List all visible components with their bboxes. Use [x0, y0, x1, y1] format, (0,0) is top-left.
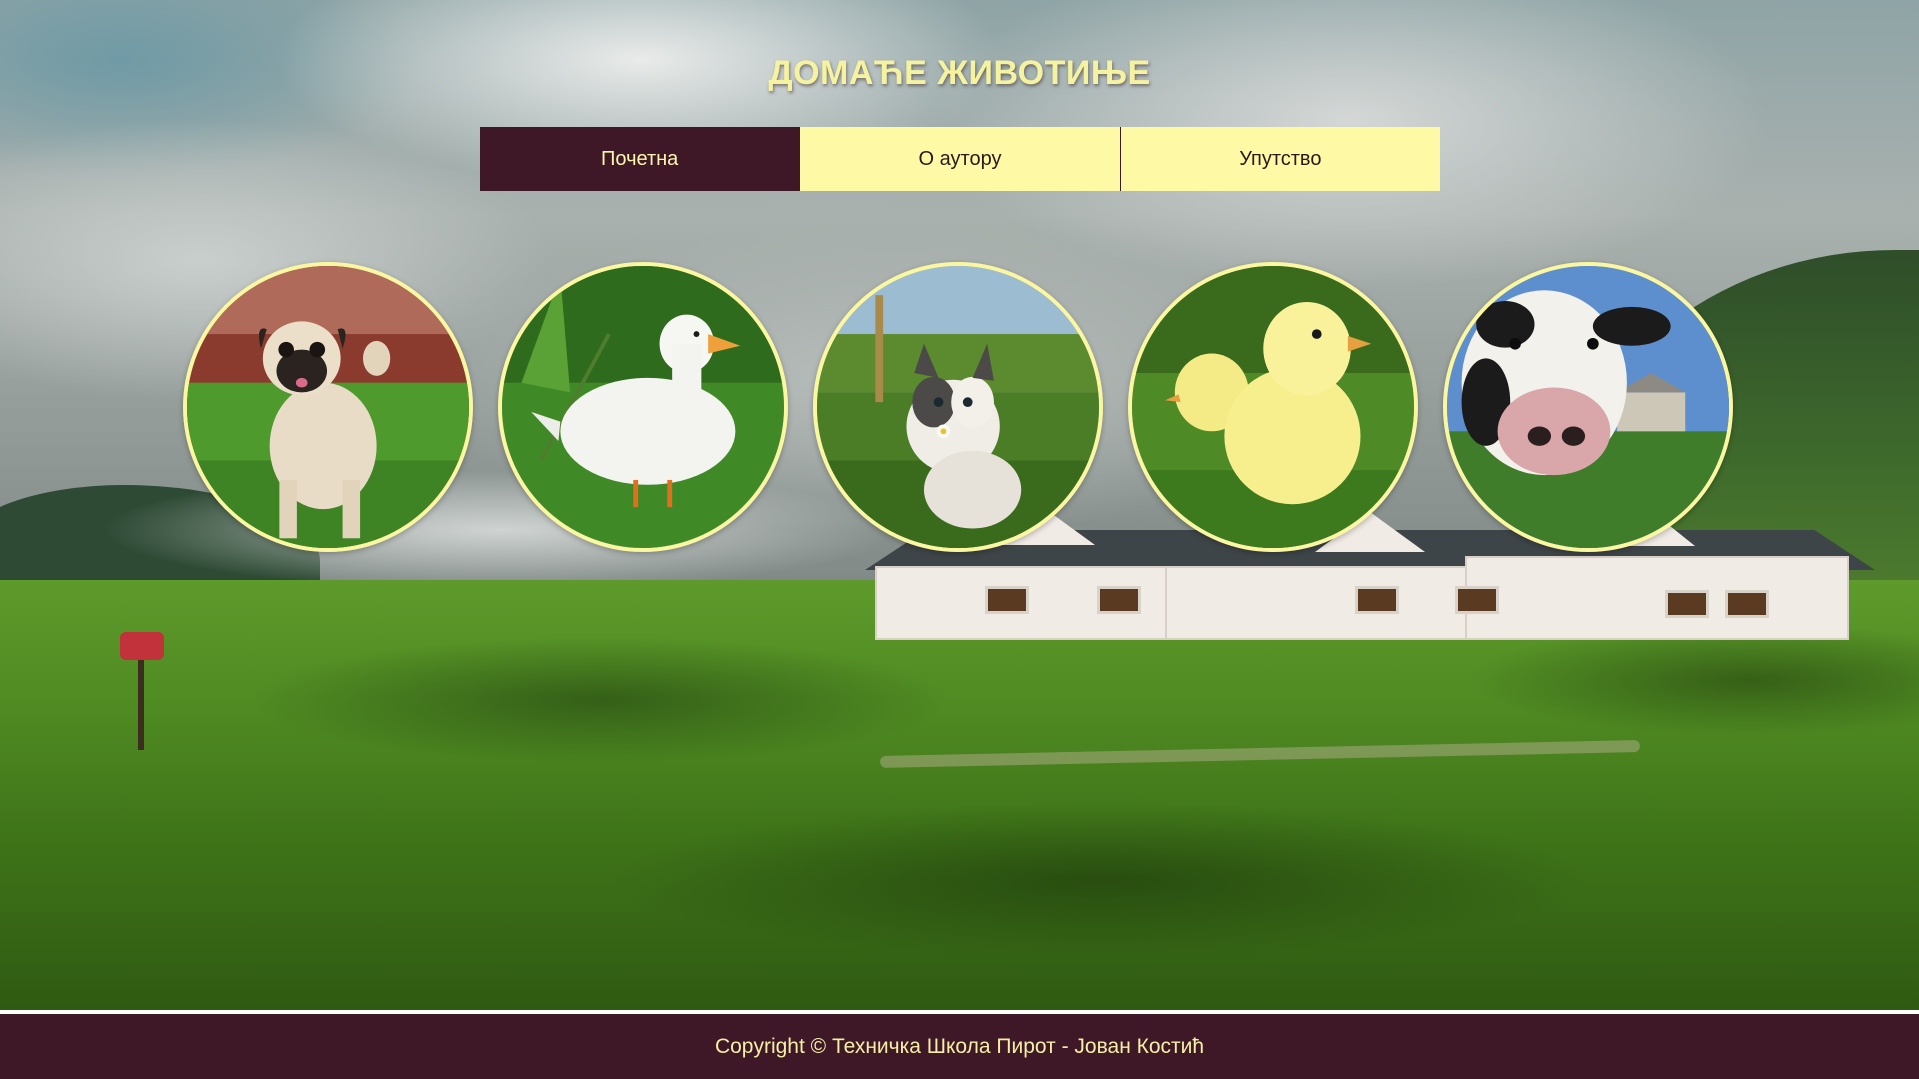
nav-item-about-author[interactable]: О аутору — [799, 127, 1120, 191]
animal-gallery — [183, 262, 1736, 558]
mailbox — [120, 632, 164, 660]
page-title: ДОМАЋЕ ЖИВОТИЊЕ — [768, 54, 1151, 92]
white-duck-image — [502, 266, 784, 548]
yellow-chicks-photo[interactable] — [1128, 262, 1418, 552]
pug-dog-photo[interactable] — [183, 262, 473, 552]
copyright-text: Copyright © Техничка Школа Пирот - Јован… — [714, 1034, 1205, 1058]
kitten-image — [817, 266, 1099, 548]
cow-image — [1447, 266, 1729, 548]
nav-item-instructions[interactable]: Упутство — [1119, 127, 1440, 191]
kitten-photo[interactable] — [813, 262, 1103, 552]
grass-field — [0, 580, 1919, 1010]
mailbox-post — [138, 660, 144, 750]
nav-item-home[interactable]: Почетна — [480, 127, 800, 191]
page: ДОМАЋЕ ЖИВОТИЊЕ Почетна О аутору Упутств… — [0, 0, 1919, 1079]
pug-dog-image — [187, 266, 469, 548]
cow-photo[interactable] — [1443, 262, 1733, 552]
white-duck-photo[interactable] — [498, 262, 788, 552]
yellow-chicks-image — [1132, 266, 1414, 548]
main-nav: Почетна О аутору Упутство — [480, 127, 1440, 191]
footer: Copyright © Техничка Школа Пирот - Јован… — [0, 1014, 1919, 1079]
